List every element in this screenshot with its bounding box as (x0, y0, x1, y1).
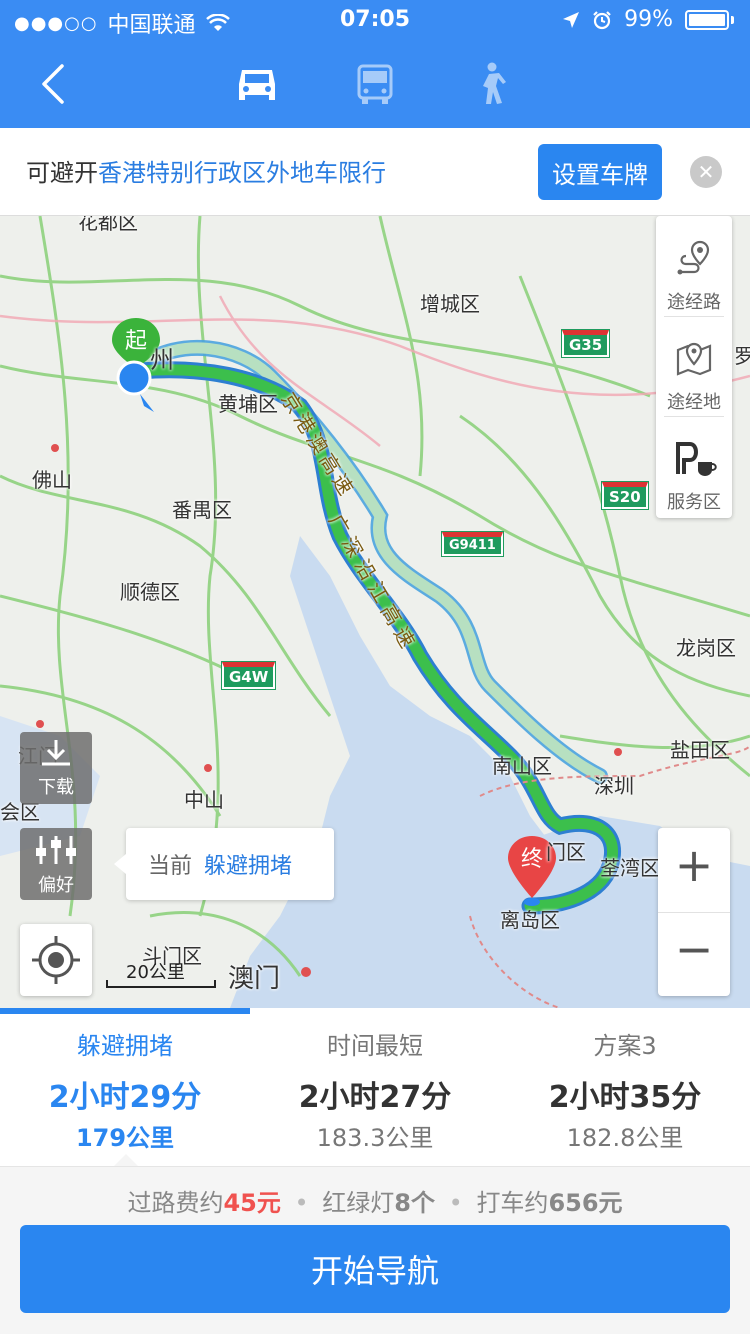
plan-time: 2小时27分 (298, 1080, 452, 1115)
plan-distance: 182.8公里 (566, 1124, 684, 1152)
walk-icon[interactable] (465, 60, 515, 110)
plan-option-3[interactable]: 方案3 2小时35分 182.8公里 (500, 1008, 750, 1166)
plan-distance: 183.3公里 (316, 1124, 434, 1152)
highway-shield-g9411: G9411 (441, 531, 504, 557)
route-preference-button[interactable]: 偏好 (20, 828, 92, 900)
toll-value: 45元 (223, 1189, 281, 1217)
map-label-guangzhou: 州 (150, 346, 174, 374)
plan-name: 方案3 (593, 1032, 657, 1060)
lights-value: 8个 (394, 1189, 435, 1217)
map-label-yantian: 盐田区 (670, 738, 730, 762)
map-label-zengcheng: 增城区 (420, 292, 480, 316)
map-label-luo: 罗 (734, 344, 750, 368)
map-label-huadu: 花都区 (78, 216, 138, 234)
highway-shield-g35: G35 (560, 329, 611, 358)
waypoint-road-tool[interactable]: 途经路 (656, 216, 732, 314)
map-label-huangpu: 黄埔区 (218, 392, 278, 416)
waypoint-road-label: 途经路 (667, 292, 721, 313)
route-info-footer: 过路费约45元 • 红绿灯8个 • 打车约656元 开始导航 (0, 1166, 750, 1334)
map-tool-panel: 途经路 途经地 服务区 (656, 216, 732, 518)
map-label-zhongshan: 中山 (184, 788, 224, 812)
restriction-banner: 可避开香港特别行政区外地车限行 设置车牌 ✕ (0, 128, 750, 216)
highway-shield-s20: S20 (601, 481, 649, 510)
tip-value: 躲避拥堵 (204, 854, 293, 879)
waypoint-place-tool[interactable]: 途经地 (656, 316, 732, 414)
end-badge-text: 终 (521, 847, 543, 872)
alarm-icon (593, 10, 611, 29)
plan-name: 时间最短 (327, 1032, 423, 1060)
offline-download-button[interactable]: 下载 (20, 732, 92, 804)
parking-coffee-icon (676, 442, 717, 476)
waypoint-place-label: 途经地 (667, 392, 721, 413)
plan-distance: 179公里 (75, 1124, 175, 1152)
lights-label: 红绿灯 (322, 1189, 395, 1217)
start-badge-text: 起 (125, 329, 147, 354)
sliders-icon (36, 836, 76, 864)
locate-me-button[interactable] (20, 924, 92, 996)
location-arrow-icon (563, 11, 580, 28)
map-label-panyu: 番禺区 (172, 498, 232, 522)
battery-percent: 99% (624, 7, 673, 32)
map-view[interactable]: 起 终 花都区 增城区 州 黄埔区 佛山 番禺区 顺德区 中山 江门 会区 斗门… (0, 216, 750, 1008)
download-icon (42, 740, 70, 766)
map-label-shunde: 顺德区 (120, 580, 180, 604)
map-label-aomen: 澳门 (228, 964, 281, 994)
download-label: 下载 (38, 777, 74, 798)
plan-time: 2小时29分 (48, 1080, 202, 1115)
map-pin-icon (676, 342, 712, 376)
zoom-in-button[interactable]: + (658, 838, 730, 892)
route-plans: 躲避拥堵 2小时29分 179公里 时间最短 2小时27分 183.3公里 方案… (0, 1008, 750, 1166)
map-scale: 20公里 (106, 958, 216, 996)
header: ●●●○○ 中国联通 07:05 99% (0, 0, 750, 128)
transport-mode-bar (0, 40, 750, 128)
plan-option-2[interactable]: 时间最短 2小时27分 183.3公里 (250, 1008, 500, 1166)
close-banner-icon[interactable]: ✕ (690, 156, 722, 188)
highway-shield-g4w: G4W (220, 661, 277, 690)
bus-icon[interactable] (350, 60, 400, 110)
map-label-tunmen: 门区 (546, 840, 586, 864)
map-label-foshan: 佛山 (32, 468, 72, 492)
set-plate-button[interactable]: 设置车牌 (538, 144, 662, 200)
service-area-tool[interactable]: 服务区 (656, 416, 732, 514)
crosshair-icon (32, 936, 80, 984)
map-label-lidao: 离岛区 (500, 908, 560, 932)
current-preference-tip: 当前 躲避拥堵 (114, 828, 334, 900)
plan-option-1[interactable]: 躲避拥堵 2小时29分 179公里 (0, 1008, 250, 1166)
map-label-nanshan: 南山区 (492, 754, 552, 778)
status-bar: ●●●○○ 中国联通 07:05 99% (0, 0, 750, 40)
taxi-label: 打车约 (476, 1189, 549, 1217)
plan-name: 躲避拥堵 (77, 1032, 173, 1060)
map-label-shenzhen: 深圳 (594, 774, 634, 798)
taxi-value: 656元 (548, 1189, 623, 1217)
plan-time: 2小时35分 (548, 1080, 702, 1115)
back-icon[interactable] (30, 60, 78, 108)
zoom-control: + − (658, 828, 730, 996)
tip-prefix: 当前 (148, 854, 193, 879)
restriction-link[interactable]: 香港特别行政区外地车限行 (98, 159, 386, 187)
car-icon[interactable] (232, 60, 282, 110)
map-label-quanwan: 荃湾区 (600, 856, 660, 880)
banner-prefix: 可避开 (26, 159, 98, 187)
toll-label: 过路费约 (127, 1189, 224, 1217)
zoom-out-button[interactable]: − (658, 922, 730, 976)
route-pin-icon (677, 240, 710, 275)
map-label-longgang: 龙岗区 (676, 636, 736, 660)
preference-label: 偏好 (38, 875, 74, 896)
battery-icon (685, 9, 729, 30)
start-navigation-button[interactable]: 开始导航 (20, 1225, 730, 1313)
service-area-label: 服务区 (667, 492, 721, 513)
route-summary: 过路费约45元 • 红绿灯8个 • 打车约656元 (127, 1189, 623, 1217)
